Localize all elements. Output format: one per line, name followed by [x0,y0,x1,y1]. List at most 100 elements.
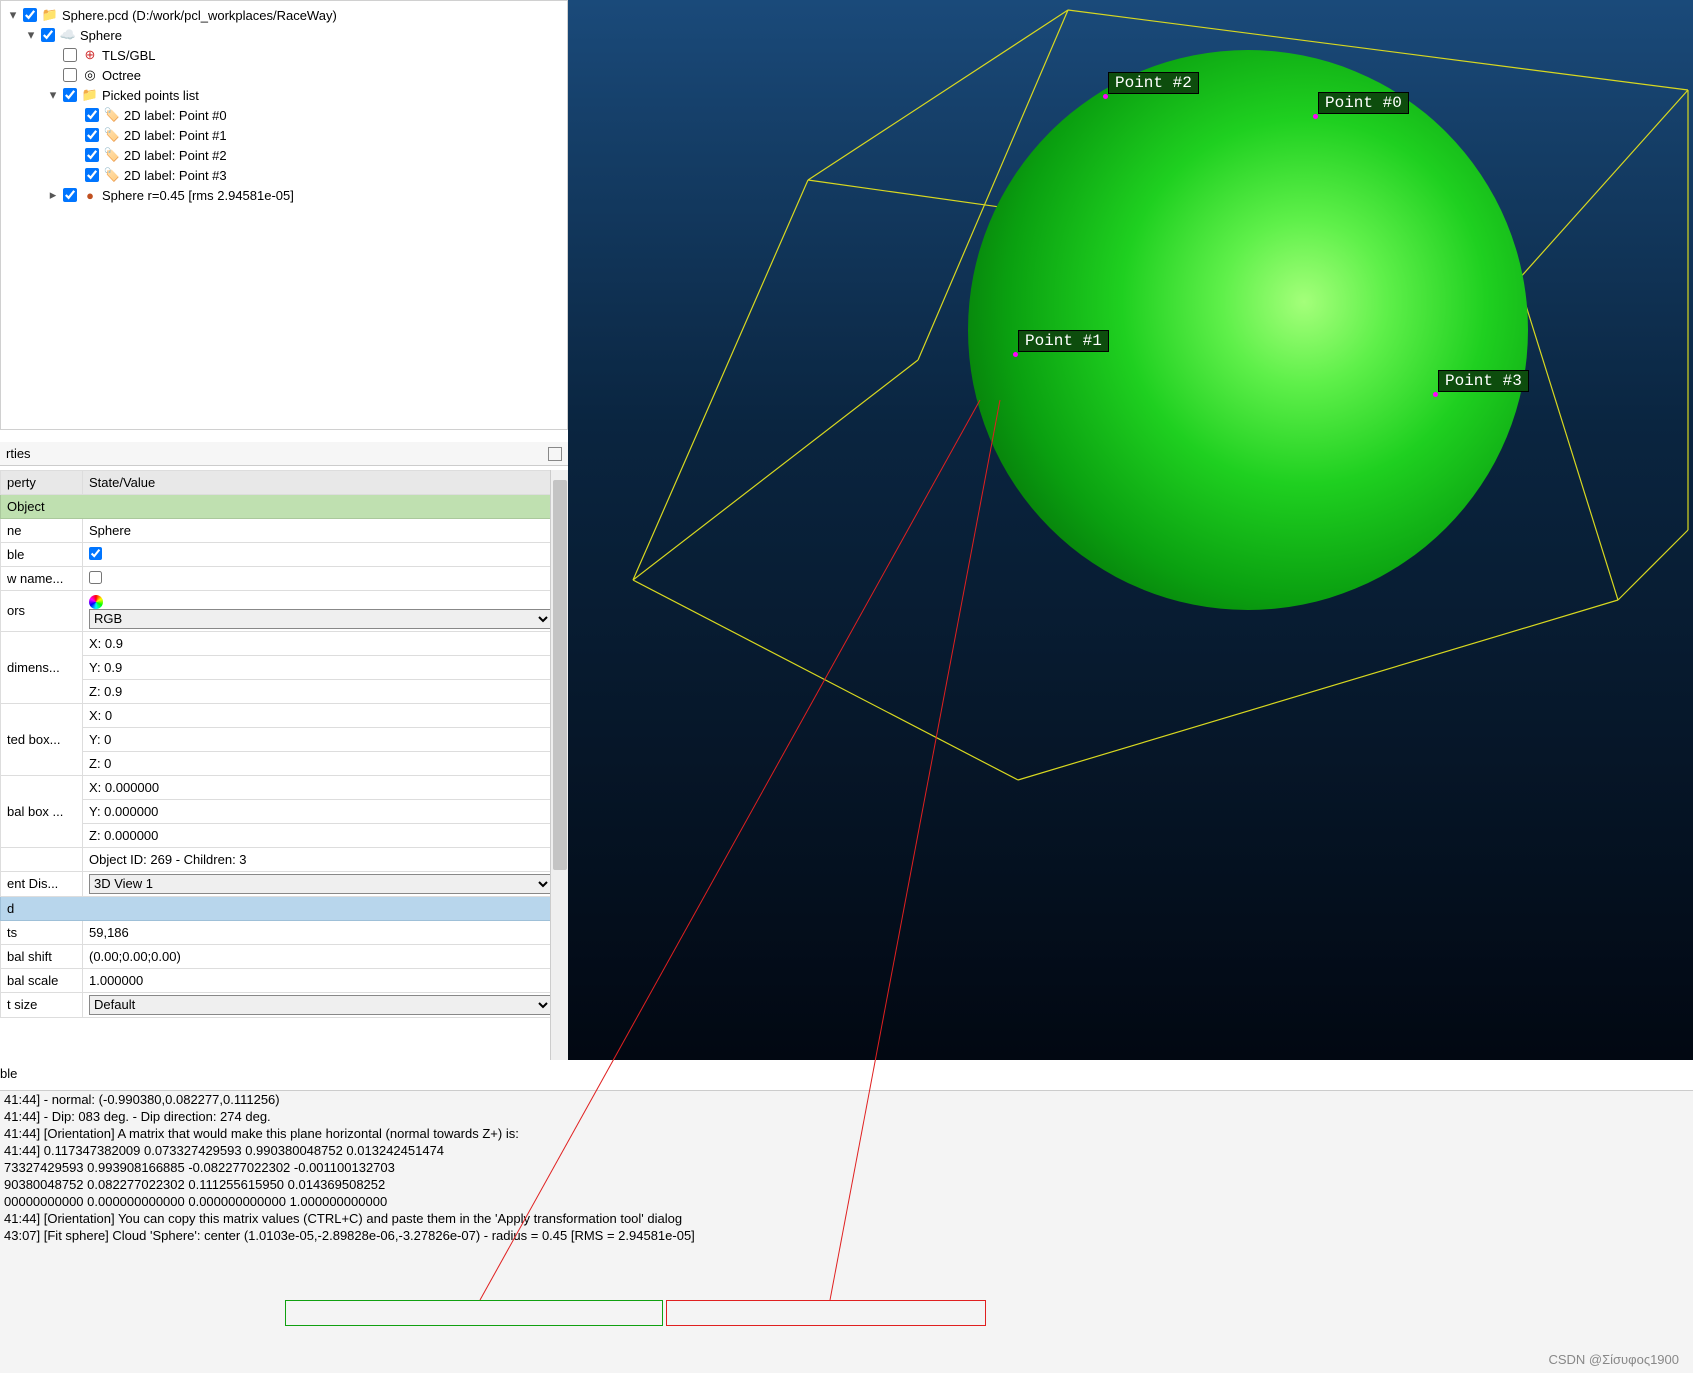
prop-value: Z: 0.000000 [83,823,568,847]
expand-toggle[interactable]: ▾ [23,27,39,43]
point-label-3[interactable]: Point #3 [1438,370,1529,392]
tree-root[interactable]: ▾ 📁 Sphere.pcd (D:/work/pcl_workplaces/R… [1,5,567,25]
console-line: 41:44] [Orientation] You can copy this m… [0,1210,1693,1227]
sphere-icon: ● [81,187,99,203]
prop-value: Y: 0 [83,727,568,751]
prop-key: w name... [1,567,83,591]
folder-icon: 📁 [81,87,99,103]
properties-scrollbar[interactable] [550,470,568,1060]
tree-sphere[interactable]: ▾ ☁️ Sphere [1,25,567,45]
tree-label: 2D label: Point #2 [124,148,227,163]
annotation-center-highlight [285,1300,663,1326]
prop-value: Y: 0.000000 [83,799,568,823]
visibility-checkbox[interactable] [85,108,99,122]
rgb-icon [89,595,103,609]
tree-label: 2D label: Point #3 [124,168,227,183]
prop-value: X: 0 [83,703,568,727]
properties-title: rties [6,446,31,461]
tree-label: Octree [102,68,141,83]
visibility-checkbox[interactable] [63,68,77,82]
tree-point-label[interactable]: 🏷️ 2D label: Point #3 [1,165,567,185]
tree-label: Sphere r=0.45 [rms 2.94581e-05] [102,188,294,203]
target-icon: ⊕ [81,47,99,63]
visibility-checkbox[interactable] [63,188,77,202]
prop-key: ble [1,543,83,567]
visibility-checkbox[interactable] [85,128,99,142]
tree-octree[interactable]: ◎ Octree [1,65,567,85]
visibility-checkbox[interactable] [85,168,99,182]
scroll-thumb[interactable] [553,480,567,870]
console-line: 43:07] [Fit sphere] Cloud 'Sphere': cent… [0,1227,1693,1244]
visibility-checkbox[interactable] [85,148,99,162]
octree-icon: ◎ [81,67,99,83]
label-icon: 🏷️ [103,167,121,183]
console-line: 41:44] - normal: (-0.990380,0.082277,0.1… [0,1091,1693,1108]
tree-point-label[interactable]: 🏷️ 2D label: Point #2 [1,145,567,165]
tree-point-label[interactable]: 🏷️ 2D label: Point #0 [1,105,567,125]
section-cloud: d [1,896,568,920]
tree-point-label[interactable]: 🏷️ 2D label: Point #1 [1,125,567,145]
console-title: ble [0,1066,17,1081]
prop-key: ors [1,591,83,632]
prop-value: X: 0.000000 [83,775,568,799]
visibility-checkbox[interactable] [41,28,55,42]
colors-select[interactable]: RGB [89,609,552,629]
dock-icon[interactable] [548,447,562,461]
console-line: 41:44] [Orientation] A matrix that would… [0,1125,1693,1142]
prop-key: ent Dis... [1,871,83,896]
prop-key: ne [1,519,83,543]
prop-value: Object ID: 269 - Children: 3 [83,847,568,871]
section-cc-object: Object [1,495,568,519]
expand-spacer [45,48,61,63]
visible-checkbox[interactable] [89,547,102,560]
scene-tree[interactable]: ▾ 📁 Sphere.pcd (D:/work/pcl_workplaces/R… [0,0,568,430]
prop-value: (0.00;0.00;0.00) [83,944,568,968]
prop-value: X: 0.9 [83,631,568,655]
tree-fit-sphere[interactable]: ▸ ● Sphere r=0.45 [rms 2.94581e-05] [1,185,567,205]
prop-key: ts [1,920,83,944]
visibility-checkbox[interactable] [23,8,37,22]
tree-tls[interactable]: ⊕ TLS/GBL [1,45,567,65]
console-output[interactable]: 41:44] - normal: (-0.990380,0.082277,0.1… [0,1090,1693,1373]
visibility-checkbox[interactable] [63,88,77,102]
watermark: CSDN @Σίσυφος1900 [1548,1352,1679,1367]
annotation-radius-highlight [666,1300,986,1326]
tree-label: TLS/GBL [102,48,155,63]
prop-key: bal shift [1,944,83,968]
3d-viewport[interactable]: Point #2 Point #0 Point #1 Point #3 [568,0,1693,1060]
display-select[interactable]: 3D View 1 [89,874,552,894]
prop-name-value: Sphere [83,519,568,543]
prop-value: 59,186 [83,920,568,944]
tree-label: 2D label: Point #0 [124,108,227,123]
cloud-icon: ☁️ [59,27,77,43]
point-label-1[interactable]: Point #1 [1018,330,1109,352]
label-icon: 🏷️ [103,127,121,143]
pointsize-select[interactable]: Default [89,995,552,1015]
expand-toggle[interactable]: ▾ [45,87,61,103]
prop-key: t size [1,992,83,1017]
tree-label: Sphere.pcd (D:/work/pcl_workplaces/RaceW… [62,8,337,23]
prop-key: ted box... [1,703,83,775]
folder-icon: 📁 [41,7,59,23]
point-label-0[interactable]: Point #0 [1318,92,1409,114]
tree-picked-points[interactable]: ▾ 📁 Picked points list [1,85,567,105]
prop-header-key: perty [1,471,83,495]
console-line: 41:44] - Dip: 083 deg. - Dip direction: … [0,1108,1693,1125]
prop-key: dimens... [1,631,83,703]
label-icon: 🏷️ [103,147,121,163]
expand-toggle[interactable]: ▾ [5,7,21,23]
tree-label: 2D label: Point #1 [124,128,227,143]
properties-header: rties [0,442,568,466]
expand-spacer [45,68,61,83]
tree-label: Sphere [80,28,122,43]
tree-label: Picked points list [102,88,199,103]
expand-toggle[interactable]: ▸ [45,187,61,203]
console-line: 73327429593 0.993908166885 -0.0822770223… [0,1159,1693,1176]
showname-checkbox[interactable] [89,571,102,584]
point-label-2[interactable]: Point #2 [1108,72,1199,94]
console-line: 00000000000 0.000000000000 0.00000000000… [0,1193,1693,1210]
properties-panel[interactable]: pertyState/Value Object neSphere ble w n… [0,470,568,1060]
label-icon: 🏷️ [103,107,121,123]
console-panel: ble 41:44] - normal: (-0.990380,0.082277… [0,1060,1693,1373]
visibility-checkbox[interactable] [63,48,77,62]
